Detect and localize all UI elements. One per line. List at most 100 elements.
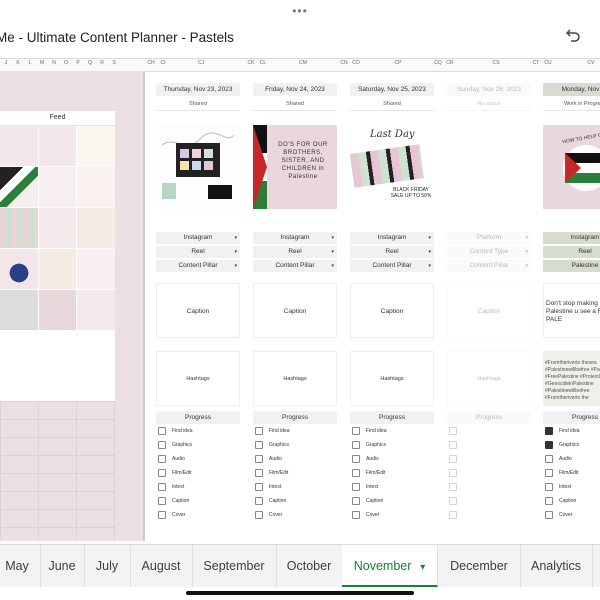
checkbox[interactable] (255, 496, 263, 505)
column-letter[interactable]: CH (145, 60, 157, 66)
task-checkbox-row[interactable]: Find idea (545, 426, 580, 436)
platform-dropdown[interactable]: Platform ▾ (447, 232, 531, 244)
checkbox[interactable] (545, 454, 553, 463)
status-dropdown[interactable]: Work in Progress (543, 99, 600, 111)
task-checkbox-row[interactable]: Audio (352, 454, 379, 464)
platform-dropdown[interactable]: Instagram▾ (350, 232, 434, 244)
task-checkbox-row[interactable] (449, 468, 463, 478)
task-checkbox-row[interactable]: Cover (352, 510, 379, 520)
column-letter[interactable]: CM (297, 60, 309, 66)
checkbox[interactable] (255, 440, 263, 449)
checkbox[interactable] (158, 440, 166, 449)
content-type-dropdown[interactable]: Reel▾ (350, 246, 434, 258)
sheet-tab[interactable]: Analytics (520, 545, 593, 587)
column-letter[interactable]: CS (490, 60, 502, 66)
window-menu-dots[interactable]: ••• (0, 4, 600, 18)
task-checkbox-row[interactable]: Caption (352, 496, 383, 506)
platform-dropdown[interactable]: Instagram▾ (543, 232, 600, 244)
checkbox[interactable] (449, 496, 457, 505)
column-letter[interactable]: CV (585, 60, 597, 66)
checkbox[interactable] (449, 468, 457, 477)
content-pillar-dropdown[interactable]: Content Pillar ▾ (156, 260, 240, 272)
task-checkbox-row[interactable]: Graphics (545, 440, 579, 450)
column-letter[interactable]: M (36, 60, 48, 66)
task-checkbox-row[interactable]: Film/Edit (545, 468, 578, 478)
column-letter[interactable]: CO (350, 60, 362, 66)
column-letter[interactable]: Q (84, 60, 96, 66)
sheet-tab[interactable]: October (276, 545, 343, 587)
task-checkbox-row[interactable]: Cover (255, 510, 282, 520)
task-checkbox-row[interactable]: Intext (158, 482, 184, 492)
task-checkbox-row[interactable]: Film/Edit (158, 468, 191, 478)
task-checkbox-row[interactable]: Find idea (352, 426, 387, 436)
hashtags-cell[interactable]: Hashtags (350, 351, 434, 406)
column-letter[interactable]: CT (530, 60, 542, 66)
undo-icon[interactable] (566, 28, 580, 42)
platform-dropdown[interactable]: Instagram▾ (253, 232, 337, 244)
checkbox[interactable] (449, 510, 457, 519)
checkbox[interactable] (449, 482, 457, 491)
task-checkbox-row[interactable]: Intext (545, 482, 571, 492)
column-letter[interactable]: CP (392, 60, 404, 66)
checkbox[interactable] (352, 426, 360, 435)
column-letter[interactable]: CU (542, 60, 554, 66)
task-checkbox-row[interactable]: Caption (158, 496, 189, 506)
content-pillar-dropdown[interactable]: Content Pillar ▾ (350, 260, 434, 272)
task-checkbox-row[interactable] (449, 426, 463, 436)
hashtags-cell[interactable]: Hashtags (447, 351, 531, 406)
task-checkbox-row[interactable]: Audio (255, 454, 282, 464)
checkbox[interactable] (158, 454, 166, 463)
content-type-dropdown[interactable]: Reel▾ (253, 246, 337, 258)
checkbox[interactable] (255, 468, 263, 477)
platform-dropdown[interactable]: Instagram▾ (156, 232, 240, 244)
column-letter[interactable]: N (48, 60, 60, 66)
status-dropdown[interactable]: Shared (156, 99, 240, 111)
sheet-tab[interactable]: December (438, 545, 521, 587)
hashtags-cell[interactable]: Hashtags (253, 351, 337, 406)
column-letter[interactable]: L (24, 60, 36, 66)
task-checkbox-row[interactable] (449, 496, 463, 506)
checkbox[interactable] (255, 454, 263, 463)
column-letter[interactable]: CR (444, 60, 456, 66)
sheet-tab[interactable]: August (130, 545, 193, 587)
checkbox[interactable] (449, 454, 457, 463)
post-preview[interactable] (156, 125, 240, 209)
sheet-tab[interactable]: July (84, 545, 131, 587)
checkbox[interactable] (352, 454, 360, 463)
column-letter[interactable]: J (0, 60, 12, 66)
column-letter[interactable]: S (108, 60, 120, 66)
checkbox[interactable] (158, 482, 166, 491)
sheet-tab[interactable]: September (192, 545, 277, 587)
sheet-tab[interactable]: November ▾ (342, 545, 438, 587)
post-preview[interactable]: Last Day BLACK FRIDAY SALE UP TO 50% (349, 125, 434, 209)
checkbox[interactable] (255, 510, 263, 519)
document-title[interactable]: Me - Ultimate Content Planner - Pastels (0, 30, 234, 45)
column-letter[interactable]: O (60, 60, 72, 66)
task-checkbox-row[interactable]: Cover (545, 510, 572, 520)
column-letter[interactable]: CN (338, 60, 350, 66)
task-checkbox-row[interactable]: Audio (158, 454, 185, 464)
column-letter[interactable]: CL (257, 60, 269, 66)
caption-cell[interactable]: Don't stop making about Palestine u see … (543, 283, 600, 338)
checkbox[interactable] (352, 482, 360, 491)
checkbox[interactable] (545, 496, 553, 505)
post-preview[interactable] (447, 125, 531, 209)
column-letter[interactable]: R (96, 60, 108, 66)
task-checkbox-row[interactable]: Film/Edit (352, 468, 385, 478)
checkbox[interactable] (545, 510, 553, 519)
task-checkbox-row[interactable] (449, 510, 463, 520)
status-dropdown[interactable]: Shared (253, 99, 337, 111)
checkbox[interactable] (158, 510, 166, 519)
checkbox[interactable] (158, 426, 166, 435)
task-checkbox-row[interactable]: Cover (158, 510, 185, 520)
task-checkbox-row[interactable] (449, 440, 463, 450)
task-checkbox-row[interactable]: Find idea (255, 426, 290, 436)
checkbox[interactable] (255, 482, 263, 491)
content-pillar-dropdown[interactable]: Content Pillar ▾ (447, 260, 531, 272)
content-type-dropdown[interactable]: Content Type ▾ (447, 246, 531, 258)
post-preview[interactable]: DO'S FOR OUR BROTHERS, SISTER, AND CHILD… (253, 125, 337, 209)
column-letter[interactable]: CI (157, 60, 169, 66)
status-dropdown[interactable]: Shared (350, 99, 434, 111)
content-type-dropdown[interactable]: Reel▾ (543, 246, 600, 258)
checkbox[interactable] (449, 426, 457, 435)
